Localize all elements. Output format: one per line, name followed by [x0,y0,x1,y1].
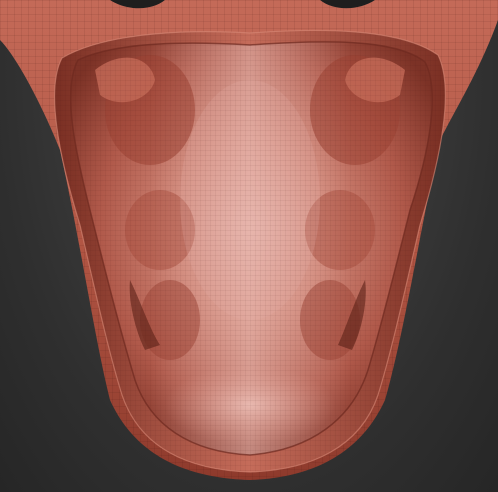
3d-viewport[interactable] [0,0,498,492]
sculpt-mesh[interactable] [0,0,498,492]
